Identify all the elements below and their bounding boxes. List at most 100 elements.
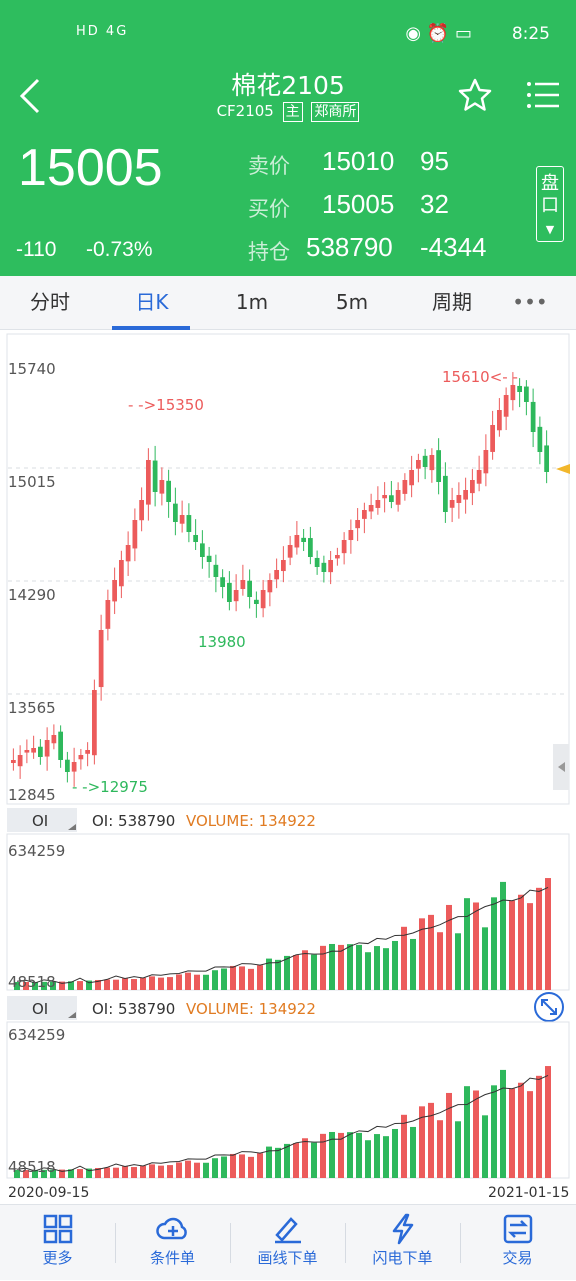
indicator-label: OI [32,812,48,830]
candle-body [220,577,225,587]
low-marker: 13980 [198,633,246,651]
tab-daily-k[interactable]: 日K [102,276,202,330]
candle-body [58,731,63,760]
candle-body [368,505,374,512]
volume-bar [221,968,227,990]
candle-body [483,450,489,474]
volume-bar [347,1132,353,1178]
candle-body [206,555,212,562]
high-marker: - ->15350 [128,396,204,414]
candle-body [125,545,131,562]
grid-icon [43,1214,72,1244]
bid-price: 15005 [322,189,395,219]
open-interest-change: -4344 [420,232,487,262]
candle-body [24,750,30,753]
candle-body [274,570,279,580]
candle-body [173,503,178,522]
kline-chart[interactable]: 15740 15015 14290 13565 12845 - ->15350 … [0,330,576,1204]
volume-bar [239,966,245,990]
volume-bar [230,1153,236,1178]
candle-body [416,460,421,469]
tab-period[interactable]: 周期 [402,276,502,330]
candle-body [389,495,394,502]
fullscreen-toggle-icon[interactable] [534,992,564,1022]
volume-bar [257,1153,263,1178]
volume-bar [518,894,524,990]
menu-list-icon[interactable] [526,80,560,110]
candle-body [71,762,77,772]
volume-bar [320,945,326,990]
conditional-order-button[interactable]: 条件单 [115,1205,230,1281]
candle-body [321,562,327,572]
pankou-button[interactable]: 盘口 ▼ [536,166,564,242]
draw-line-order-button[interactable]: 画线下单 [230,1205,345,1281]
status-bar: HD 4G ◉ ⏰ ▭ 8:25 [0,0,576,64]
volume-bar [455,933,461,990]
volume-bar [527,1091,533,1178]
candle-body [422,455,428,467]
lightning-icon [392,1213,413,1245]
volume-bar [194,1162,200,1178]
volume-bar [491,1085,497,1178]
period-tabs: 分时 日K 1m 5m 周期 ••• [0,276,576,330]
exchange-tag: 郑商所 [311,102,360,122]
volume-bar [536,1075,542,1178]
volume-bar [194,974,200,990]
sub-tick-bottom: 48518 [8,1158,56,1176]
candle-body [287,545,293,558]
volume-bar [455,1121,461,1178]
indicator-label: OI [32,1000,48,1018]
candle-body [85,750,90,754]
volume-bar [275,959,281,990]
volume-bar [428,1102,434,1178]
tab-timeshare[interactable]: 分时 [0,276,100,330]
trade-button[interactable]: 交易 [460,1205,575,1281]
low-marker-2: - ->12975 [72,778,148,796]
candle-body [470,480,475,494]
candle-body [247,580,252,597]
volume-bar [437,1120,443,1178]
volume-bar [311,1142,317,1178]
volume-bar [113,1167,119,1178]
candle-body [503,395,509,417]
candle-body [227,582,232,602]
tab-1m[interactable]: 1m [202,276,302,330]
candle-body [544,445,549,472]
volume-bar [167,1165,173,1178]
volume-bar [176,1162,182,1178]
last-price: 15005 [18,139,163,197]
flash-order-button[interactable]: 闪电下单 [345,1205,460,1281]
volume-bar [77,981,83,990]
candle-body [395,490,401,505]
price-tick: 14290 [8,586,56,604]
tab-5m[interactable]: 5m [302,276,402,330]
candle-body [200,543,205,557]
more-button[interactable]: 更多 [0,1205,115,1281]
candle-body [463,490,468,500]
candle-body [510,385,516,401]
price-tick: 15740 [8,360,56,378]
candle-body [402,480,408,494]
volume-bar [284,1143,290,1178]
candle-body [132,520,138,549]
cloud-plus-icon [155,1217,187,1240]
tab-more[interactable]: ••• [500,276,560,330]
volume-bar [509,1088,515,1178]
star-icon[interactable] [458,78,492,112]
volume-bar [428,914,434,990]
volume-bar [482,927,488,990]
candle-body [375,500,381,508]
candle-body [186,515,192,532]
volume-bar [365,1140,371,1178]
candle-body [105,600,111,629]
volume-bar [203,1162,209,1178]
kline-chart-area[interactable]: 15740 15015 14290 13565 12845 - ->15350 … [0,330,576,1204]
volume-bar [347,944,353,990]
draw-line-icon [274,1217,301,1244]
high-marker-2: 15610<- - [442,368,518,386]
volume-bar [464,898,470,990]
candle-body [17,755,23,767]
candle-body [179,515,185,524]
candle-body [267,580,273,593]
sub-tick-top: 634259 [8,1026,65,1044]
